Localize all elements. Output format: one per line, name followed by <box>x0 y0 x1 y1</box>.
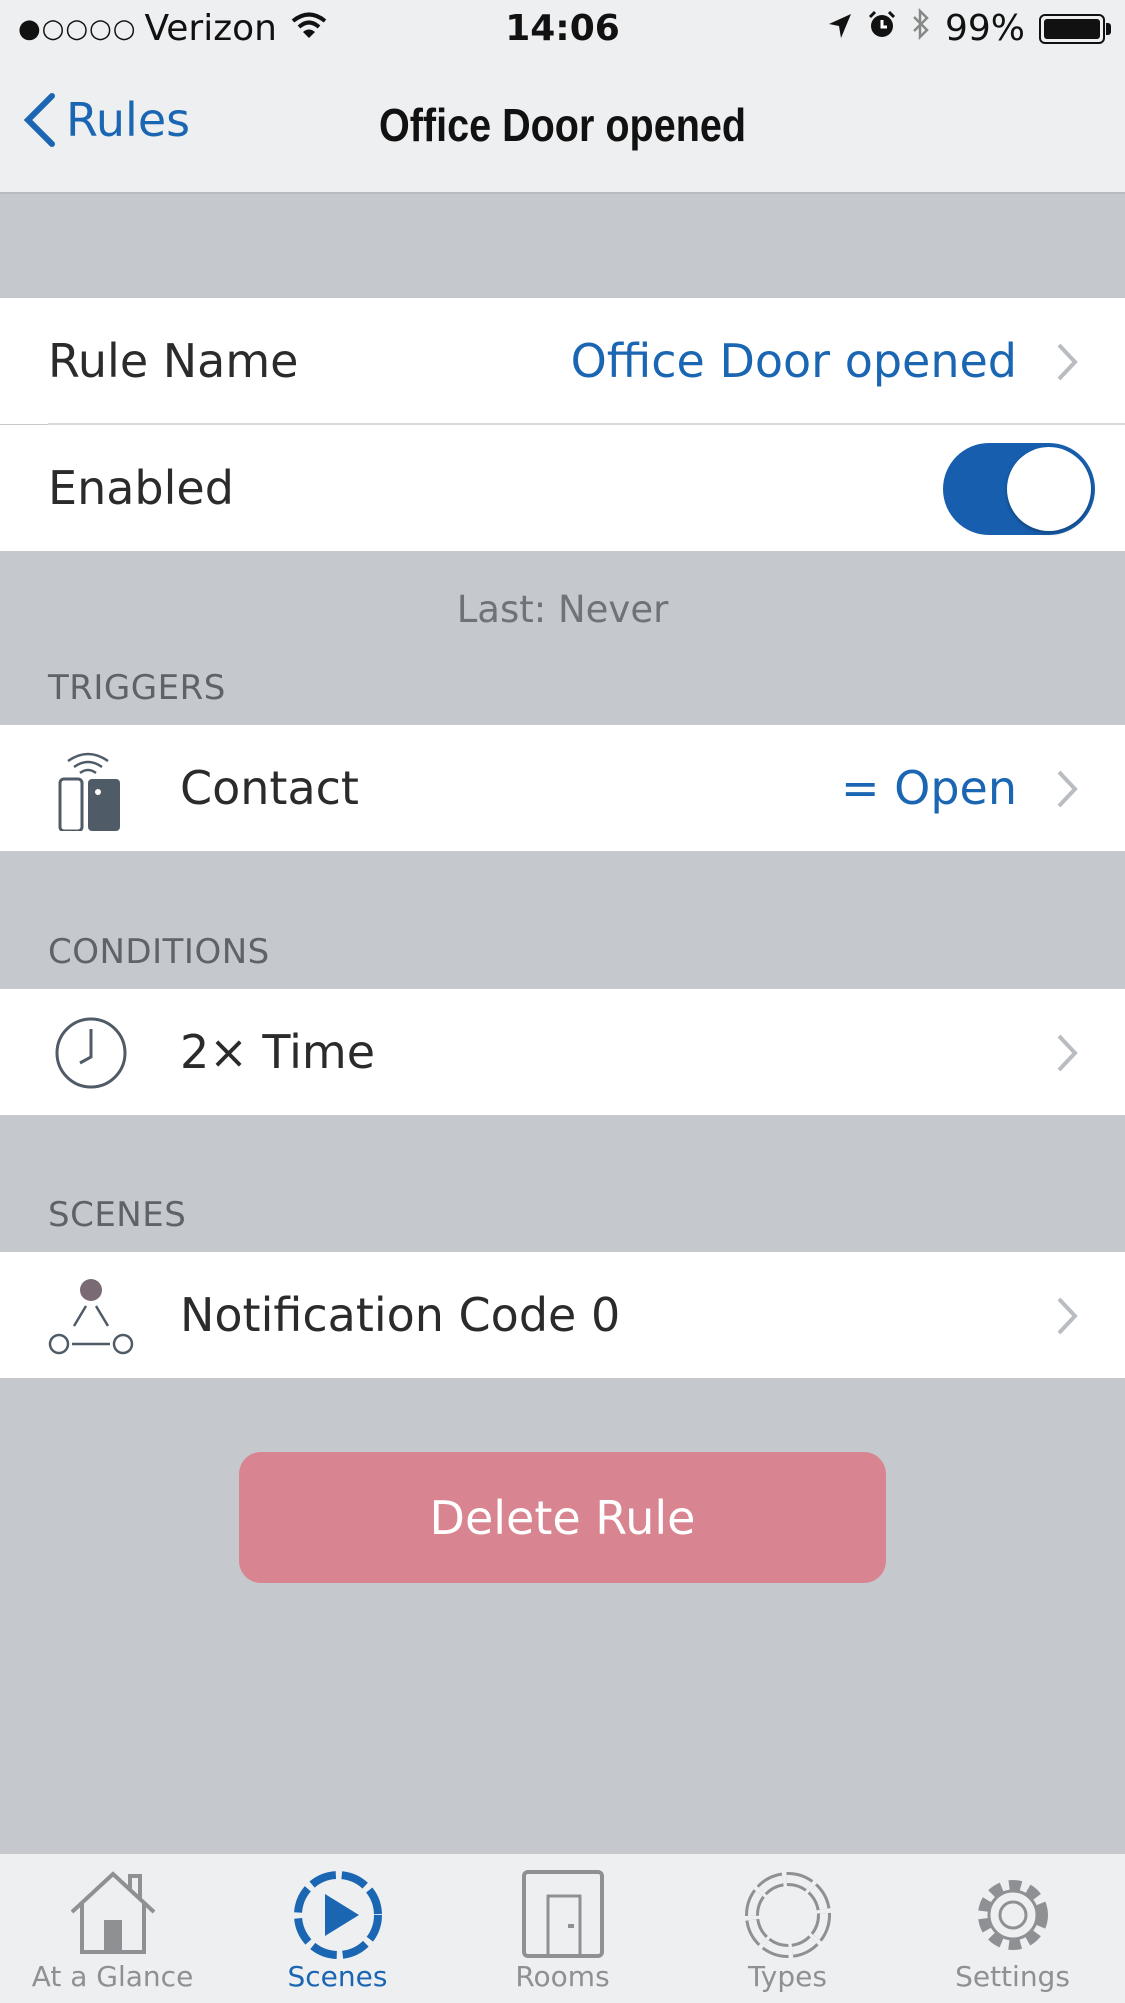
rule-name-label: Rule Name <box>48 334 299 388</box>
battery-icon <box>1039 13 1111 44</box>
navigation-bar: Rules Office Door opened <box>0 62 1125 194</box>
tab-bar: At a Glance Scenes Rooms Types Settings <box>0 1852 1125 2003</box>
triggers-header: TRIGGERS <box>48 668 226 708</box>
page-title: Office Door opened <box>378 99 747 151</box>
tab-label: Scenes <box>287 1960 388 1993</box>
scene-icon <box>48 1279 134 1355</box>
contact-sensor-icon <box>58 752 120 831</box>
scene-label: Notification Code 0 <box>180 1288 621 1342</box>
toggle-knob <box>1007 447 1091 531</box>
segmented-circle-icon <box>744 1872 831 1958</box>
tab-label: Rooms <box>515 1960 610 1993</box>
last-run-text: Last: Never <box>456 588 669 631</box>
trigger-value: = Open <box>840 761 1017 815</box>
chevron-left-icon <box>23 93 55 147</box>
status-right: 99% <box>827 7 1111 49</box>
chevron-right-icon <box>1057 1034 1078 1072</box>
battery-percent: 99% <box>944 8 1025 49</box>
status-bar: ●○○○○ Verizon 14:06 99% <box>0 0 1125 62</box>
bluetooth-icon <box>911 7 931 49</box>
enabled-label: Enabled <box>48 461 234 515</box>
scene-row[interactable]: Notification Code 0 <box>0 1252 1125 1378</box>
condition-label: 2× Time <box>180 1025 376 1079</box>
tab-settings[interactable]: Settings <box>900 1854 1125 2003</box>
trigger-row[interactable]: Contact = Open <box>0 725 1125 851</box>
delete-rule-button[interactable]: Delete Rule <box>239 1452 886 1583</box>
play-circle-icon <box>293 1871 382 1959</box>
clock-icon <box>55 1017 127 1089</box>
enabled-row: Enabled <box>0 425 1125 551</box>
tab-at-a-glance[interactable]: At a Glance <box>0 1854 225 2003</box>
tab-label: Settings <box>955 1960 1070 1993</box>
rule-name-value: Office Door opened <box>570 334 1017 388</box>
chevron-right-icon <box>1057 343 1078 381</box>
chevron-right-icon <box>1057 1297 1078 1335</box>
location-arrow-icon <box>827 8 853 49</box>
chevron-right-icon <box>1057 770 1078 808</box>
condition-row[interactable]: 2× Time <box>0 989 1125 1115</box>
tab-label: Types <box>748 1960 827 1993</box>
delete-rule-label: Delete Rule <box>429 1490 696 1545</box>
conditions-header: CONDITIONS <box>48 932 270 972</box>
tab-types[interactable]: Types <box>675 1854 900 2003</box>
rule-name-row[interactable]: Rule Name Office Door opened <box>0 298 1125 424</box>
gear-icon <box>977 1880 1048 1950</box>
enabled-toggle[interactable] <box>943 443 1095 535</box>
house-icon <box>70 1871 155 1954</box>
tab-rooms[interactable]: Rooms <box>450 1854 675 2003</box>
tab-scenes[interactable]: Scenes <box>225 1854 450 2003</box>
tab-label: At a Glance <box>31 1960 194 1993</box>
door-icon <box>521 1870 604 1958</box>
alarm-icon <box>867 8 897 49</box>
scenes-header: SCENES <box>48 1195 187 1235</box>
trigger-label: Contact <box>180 761 359 815</box>
